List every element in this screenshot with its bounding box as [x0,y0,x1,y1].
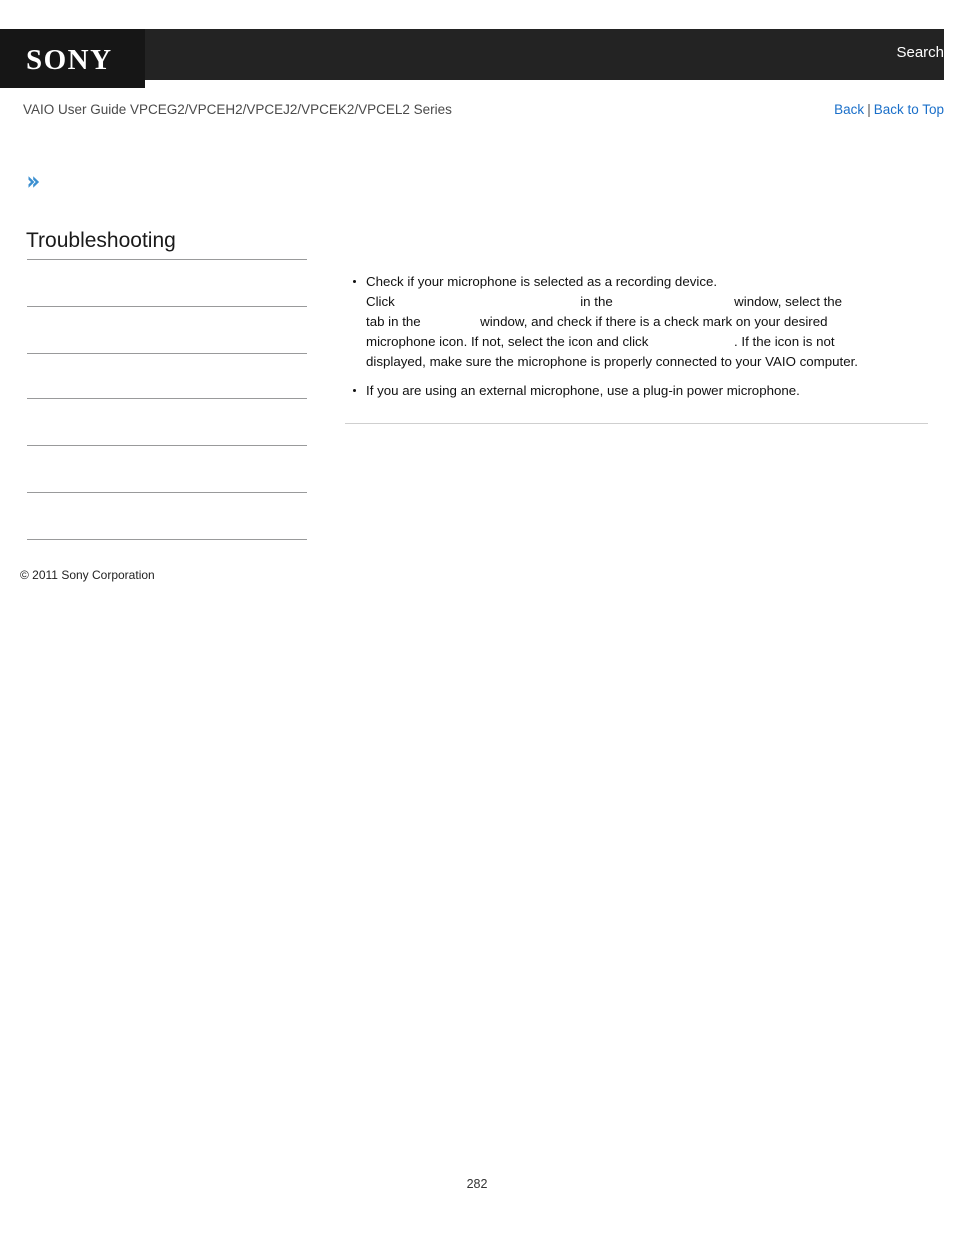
sidebar-item-1[interactable] [27,306,307,353]
bullet-1-click-label: Click [366,294,395,310]
sony-logo-text[interactable]: SONY [26,46,113,75]
bullet-1-tab-in-the: tab in the [366,314,421,330]
back-link[interactable]: Back [834,102,864,117]
bullet-2-text: If you are using an external microphone,… [366,383,800,399]
troubleshooting-bullet-list: Check if your microphone is selected as … [345,272,929,402]
bullet-1-line-5: displayed, make sure the microphone is p… [366,354,858,370]
copyright-notice: © 2011 Sony Corporation [20,568,155,582]
bullet-item-2: If you are using an external microphone,… [345,381,929,401]
sidebar-nav-list [27,259,307,540]
content-divider [345,423,928,424]
breadcrumb[interactable] [27,174,43,194]
nav-separator: | [867,102,871,117]
header-nav-links: Back | Back to Top [834,103,944,117]
bullet-item-1: Check if your microphone is selected as … [345,272,929,372]
sidebar-item-0[interactable] [27,259,307,306]
search-link[interactable]: Search [896,45,944,60]
product-title: VAIO User Guide VPCEG2/VPCEH2/VPCEJ2/VPC… [23,102,452,117]
double-chevron-right-icon[interactable] [27,174,43,190]
bullet-1-in-the-1: in the [580,294,613,310]
bullet-1-line-1: Check if your microphone is selected as … [366,274,718,289]
sidebar-item-3[interactable] [27,398,307,445]
page-title: Troubleshooting [26,229,176,252]
bullet-1-icon-not: . If the icon is not [734,334,835,350]
sidebar-item-4[interactable] [27,445,307,492]
bullet-1-select-icon: microphone icon. If not, select the icon… [366,334,649,350]
main-content: Check if your microphone is selected as … [345,272,929,402]
bullet-1-window-check: window, and check if there is a check ma… [480,314,828,330]
page-number: 282 [466,1177,488,1191]
back-to-top-link[interactable]: Back to Top [874,102,944,117]
sidebar-item-2[interactable] [27,353,307,398]
sidebar-item-5[interactable] [27,492,307,540]
bullet-1-window-select: window, select the [734,294,843,310]
